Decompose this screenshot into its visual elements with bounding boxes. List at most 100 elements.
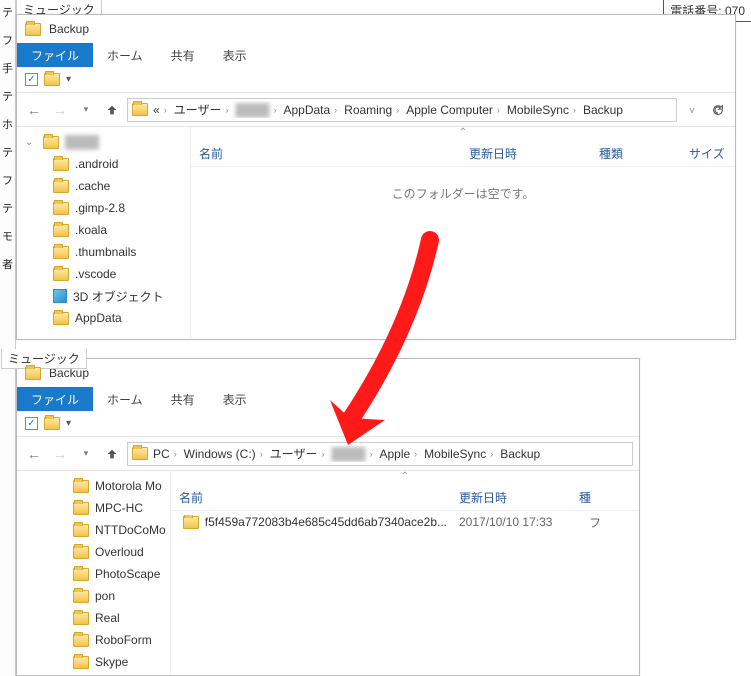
- tab-home[interactable]: ホーム: [93, 43, 157, 67]
- tree-item[interactable]: .koala: [17, 219, 190, 241]
- titlebar[interactable]: Backup: [17, 359, 639, 387]
- column-headers[interactable]: 名前 更新日時 種: [171, 485, 639, 511]
- tree-item[interactable]: ⌄████: [17, 131, 190, 153]
- breadcrumb-segment[interactable]: Windows (C:)›: [181, 447, 266, 461]
- tree-item[interactable]: Skype: [17, 651, 170, 673]
- tree-item[interactable]: pon: [17, 585, 170, 607]
- tab-file[interactable]: ファイル: [17, 387, 93, 411]
- nav-forward-button[interactable]: →: [49, 99, 71, 121]
- tree-item[interactable]: .cache: [17, 175, 190, 197]
- tree-item[interactable]: .vscode: [17, 263, 190, 285]
- refresh-button[interactable]: [707, 99, 729, 121]
- bg-strip-char: テ: [0, 88, 15, 104]
- tree-item[interactable]: Overloud: [17, 541, 170, 563]
- address-dropdown-icon[interactable]: v: [681, 99, 703, 121]
- column-name[interactable]: 名前: [191, 145, 461, 162]
- tree-item[interactable]: Real: [17, 607, 170, 629]
- tree-item[interactable]: 3D オブジェクト: [17, 285, 190, 307]
- breadcrumb-label: AppData: [283, 103, 330, 117]
- breadcrumb-segment[interactable]: PC›: [150, 447, 180, 461]
- breadcrumb-label: Roaming: [344, 103, 392, 117]
- nav-back-button[interactable]: ←: [23, 443, 45, 465]
- bg-strip-char: テ: [0, 4, 15, 20]
- qat-dropdown-icon[interactable]: ▾: [66, 418, 71, 429]
- breadcrumb-segment[interactable]: ████›: [232, 103, 279, 117]
- tree-item-label: NTTDoCoMo: [95, 523, 166, 537]
- folder-icon: [53, 268, 69, 281]
- breadcrumb-segment[interactable]: Apple Computer›: [403, 103, 503, 117]
- tree-item-label: .vscode: [75, 267, 116, 281]
- qat-checkbox[interactable]: ✓: [25, 417, 38, 430]
- folder-icon[interactable]: [44, 417, 60, 430]
- tab-view[interactable]: 表示: [209, 387, 261, 411]
- tree-item-label: 3D オブジェクト: [73, 288, 164, 305]
- breadcrumb-segment[interactable]: MobileSync›: [421, 447, 496, 461]
- column-date[interactable]: 更新日時: [461, 145, 591, 162]
- folder-tree[interactable]: Motorola MoMPC-HC NTTDoCoMo Overloud PhotoS…: [17, 471, 171, 675]
- tab-share[interactable]: 共有: [157, 387, 209, 411]
- column-type[interactable]: 種: [571, 489, 599, 506]
- column-size[interactable]: サイズ: [681, 145, 735, 162]
- bg-strip-char: テ: [0, 144, 15, 160]
- expand-icon[interactable]: ⌄: [25, 137, 33, 148]
- tab-home[interactable]: ホーム: [93, 387, 157, 411]
- file-date: 2017/10/10 17:33: [453, 515, 583, 529]
- tree-item[interactable]: RoboForm: [17, 629, 170, 651]
- breadcrumb-segment[interactable]: ユーザー›: [171, 101, 232, 118]
- folder-icon[interactable]: [44, 73, 60, 86]
- column-headers[interactable]: 名前 更新日時 種類 サイズ: [191, 141, 735, 167]
- tab-view[interactable]: 表示: [209, 43, 261, 67]
- scroll-up-indicator: ⌃: [191, 127, 735, 141]
- folder-tree[interactable]: ⌄████.android.cache.gimp-2.8.koala.thumb…: [17, 127, 191, 339]
- nav-recent-dropdown[interactable]: ▾: [75, 99, 97, 121]
- breadcrumb-segment[interactable]: Backup: [580, 103, 626, 117]
- tree-item-label: Skype: [95, 655, 128, 669]
- tree-item[interactable]: .gimp-2.8: [17, 197, 190, 219]
- nav-forward-button[interactable]: →: [49, 443, 71, 465]
- column-name[interactable]: 名前: [171, 489, 451, 506]
- address-bar[interactable]: «›ユーザー›████›AppData›Roaming›Apple Comput…: [127, 98, 677, 122]
- file-row[interactable]: f5f459a772083b4e685c45dd6ab7340ace2b...2…: [171, 511, 639, 533]
- nav-up-button[interactable]: [101, 99, 123, 121]
- breadcrumb-segment[interactable]: Backup: [497, 447, 543, 461]
- tab-file[interactable]: ファイル: [17, 43, 93, 67]
- qat-dropdown-icon[interactable]: ▾: [66, 74, 71, 85]
- chevron-right-icon: ›: [396, 105, 399, 115]
- nav-up-button[interactable]: [101, 443, 123, 465]
- nav-back-button[interactable]: ←: [23, 99, 45, 121]
- nav-recent-dropdown[interactable]: ▾: [75, 443, 97, 465]
- folder-icon: [53, 202, 69, 215]
- ribbon-tabs: ファイル ホーム 共有 表示: [17, 387, 639, 411]
- chevron-right-icon: ›: [174, 449, 177, 459]
- qat-checkbox[interactable]: ✓: [25, 73, 38, 86]
- chevron-right-icon: ›: [414, 449, 417, 459]
- breadcrumb-segment[interactable]: ユーザー›: [267, 445, 328, 462]
- folder-icon: [43, 136, 59, 149]
- bg-strip-char: フ: [0, 172, 15, 188]
- breadcrumb-segment[interactable]: «›: [150, 103, 170, 117]
- breadcrumb-segment[interactable]: Apple›: [376, 447, 420, 461]
- chevron-right-icon: ›: [164, 105, 167, 115]
- tab-share[interactable]: 共有: [157, 43, 209, 67]
- tree-item[interactable]: NTTDoCoMo: [17, 519, 170, 541]
- column-date[interactable]: 更新日時: [451, 489, 571, 506]
- file-list-pane[interactable]: ⌃ 名前 更新日時 種類 サイズ このフォルダーは空です。: [191, 127, 735, 339]
- tree-item-label: Overloud: [95, 545, 144, 559]
- bg-strip-char: テ: [0, 200, 15, 216]
- breadcrumb-segment[interactable]: Roaming ›: [341, 103, 402, 117]
- tree-item[interactable]: MPC-HC: [17, 497, 170, 519]
- breadcrumb-segment[interactable]: ████›: [328, 447, 375, 461]
- tree-item[interactable]: AppData: [17, 307, 190, 329]
- titlebar[interactable]: Backup: [17, 15, 735, 43]
- tree-item[interactable]: .thumbnails: [17, 241, 190, 263]
- tree-item[interactable]: Motorola Mo: [17, 475, 170, 497]
- breadcrumb-segment[interactable]: AppData›: [280, 103, 340, 117]
- tree-item[interactable]: .android: [17, 153, 190, 175]
- breadcrumb-segment[interactable]: MobileSync›: [504, 103, 579, 117]
- tree-item-label: RoboForm: [95, 633, 152, 647]
- address-bar[interactable]: PC›Windows (C:)›ユーザー›████›Apple›MobileSy…: [127, 442, 633, 466]
- tree-item[interactable]: PhotoScape: [17, 563, 170, 585]
- column-type[interactable]: 種類: [591, 145, 681, 162]
- folder-icon: [73, 656, 89, 669]
- file-list-pane[interactable]: ⌃ 名前 更新日時 種 f5f459a772083b4e685c45dd6ab7…: [171, 471, 639, 675]
